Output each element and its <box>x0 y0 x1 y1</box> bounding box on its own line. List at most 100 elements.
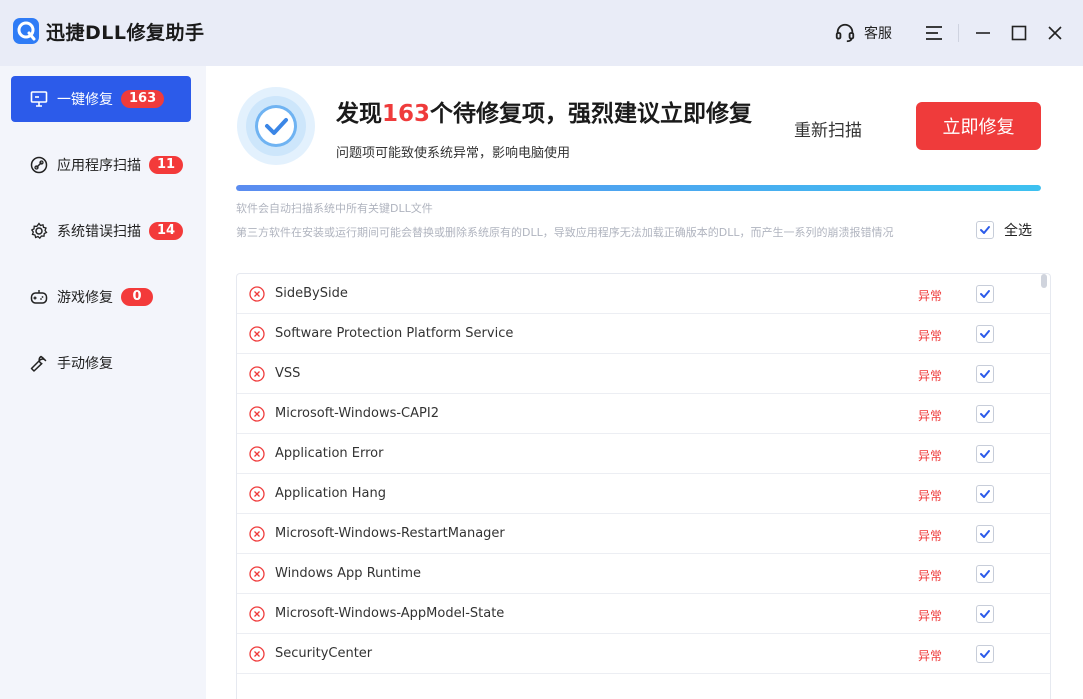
error-icon <box>249 606 265 622</box>
issue-name: SecurityCenter <box>275 646 373 661</box>
shield-check-icon <box>237 87 315 165</box>
status-badge: 异常 <box>918 609 943 623</box>
fix-now-button[interactable]: 立即修复 <box>916 102 1041 150</box>
count-badge: 14 <box>149 222 184 240</box>
title-bar: 迅捷DLL修复助手 客服 <box>0 0 1083 66</box>
count-badge: 11 <box>149 156 184 174</box>
row-checkbox[interactable] <box>976 325 994 343</box>
table-row: SecurityCenter 异常 <box>237 634 1050 674</box>
status-badge: 异常 <box>918 569 943 583</box>
check-icon <box>980 530 990 538</box>
check-icon <box>980 450 990 458</box>
error-icon <box>249 646 265 662</box>
select-all-checkbox[interactable]: 全选 <box>976 220 1032 240</box>
status-badge: 异常 <box>918 409 943 423</box>
sidebar-item-label: 手动修复 <box>57 356 113 372</box>
issue-name: Application Hang <box>275 486 387 501</box>
progress-fill <box>236 185 1041 191</box>
info-text: 第三方软件在安装或运行期间可能会替换或删除系统原有的DLL，导致应用程序无法加载… <box>236 226 894 239</box>
check-icon <box>980 290 990 298</box>
sidebar-item-label: 游戏修复 <box>57 290 113 306</box>
row-checkbox[interactable] <box>976 445 994 463</box>
menu-icon <box>926 26 942 40</box>
page-subtitle: 问题项可能致使系统异常，影响电脑使用 <box>336 146 571 161</box>
issue-name: Microsoft-Windows-RestartManager <box>275 526 505 541</box>
checkbox[interactable] <box>976 221 994 239</box>
sidebar-item-game-repair[interactable]: 游戏修复 0 <box>11 274 191 320</box>
gear-icon <box>29 221 49 241</box>
issue-name: VSS <box>275 366 301 381</box>
status-badge: 异常 <box>918 449 943 463</box>
headset-icon <box>835 23 855 43</box>
table-row: Software Protection Platform Service 异常 <box>237 314 1050 354</box>
table-row: VSS 异常 <box>237 354 1050 394</box>
sidebar-item-label: 系统错误扫描 <box>57 224 141 240</box>
table-row: Application Hang 异常 <box>237 474 1050 514</box>
check-icon <box>980 570 990 578</box>
rescan-button[interactable]: 重新扫描 <box>794 116 862 141</box>
status-badge: 异常 <box>918 369 943 383</box>
scrollbar-thumb[interactable] <box>1041 274 1047 288</box>
row-checkbox[interactable] <box>976 645 994 663</box>
issue-name: Microsoft-Windows-AppModel-State <box>275 606 505 621</box>
status-badge: 异常 <box>918 289 943 303</box>
count-badge: 0 <box>121 288 153 306</box>
issue-name: Microsoft-Windows-CAPI2 <box>275 406 439 421</box>
close-icon <box>1048 26 1062 40</box>
info-text: 软件会自动扫描系统中所有关键DLL文件 <box>236 202 433 215</box>
divider <box>958 24 959 42</box>
error-icon <box>249 486 265 502</box>
close-button[interactable] <box>1037 15 1073 51</box>
sidebar-item-system-error-scan[interactable]: 系统错误扫描 14 <box>11 208 191 254</box>
gamepad-icon <box>29 287 49 307</box>
status-badge: 异常 <box>918 489 943 503</box>
table-row: Microsoft-Windows-RestartManager 异常 <box>237 514 1050 554</box>
error-icon <box>249 566 265 582</box>
menu-button[interactable] <box>916 15 952 51</box>
row-checkbox[interactable] <box>976 565 994 583</box>
maximize-icon <box>1011 25 1027 41</box>
minimize-button[interactable] <box>965 15 1001 51</box>
table-row: Windows App Runtime 异常 <box>237 554 1050 594</box>
headline-prefix: 发现 <box>336 101 382 127</box>
table-row: Microsoft-Windows-AppModel-State 异常 <box>237 594 1050 634</box>
app-logo-icon <box>13 18 39 44</box>
maximize-button[interactable] <box>1001 15 1037 51</box>
row-checkbox[interactable] <box>976 365 994 383</box>
sidebar-item-label: 一键修复 <box>57 92 113 108</box>
support-label: 客服 <box>864 26 892 42</box>
minimize-icon <box>976 32 990 34</box>
monitor-icon <box>29 89 49 109</box>
main-panel: 发现163个待修复项，强烈建议立即修复 问题项可能致使系统异常，影响电脑使用 重… <box>206 66 1083 699</box>
support-button[interactable]: 客服 <box>834 22 892 44</box>
sidebar-item-one-click-repair[interactable]: 一键修复 163 <box>11 76 191 122</box>
status-badge: 异常 <box>918 529 943 543</box>
row-checkbox[interactable] <box>976 485 994 503</box>
row-checkbox[interactable] <box>976 285 994 303</box>
row-checkbox[interactable] <box>976 405 994 423</box>
headline-suffix: 个待修复项，强烈建议立即修复 <box>430 101 753 127</box>
issue-name: Application Error <box>275 446 384 461</box>
table-row: Application Error 异常 <box>237 434 1050 474</box>
check-icon <box>980 370 990 378</box>
link-icon <box>29 155 49 175</box>
app-title: 迅捷DLL修复助手 <box>46 22 205 44</box>
check-icon <box>980 610 990 618</box>
check-icon <box>980 410 990 418</box>
scan-progress-bar <box>236 185 1041 191</box>
select-all-label: 全选 <box>1004 223 1032 239</box>
check-icon <box>980 490 990 498</box>
page-title: 发现163个待修复项，强烈建议立即修复 <box>336 94 752 128</box>
sidebar-item-label: 应用程序扫描 <box>57 158 141 174</box>
sidebar: 一键修复 163 应用程序扫描 11 系统错误扫描 14 游戏修复 0 手动修复 <box>0 66 206 699</box>
check-icon <box>980 226 990 234</box>
sidebar-item-manual-repair[interactable]: 手动修复 <box>11 340 191 386</box>
issue-name: Windows App Runtime <box>275 566 421 581</box>
status-badge: 异常 <box>918 329 943 343</box>
table-row: Microsoft-Windows-CAPI2 异常 <box>237 394 1050 434</box>
row-checkbox[interactable] <box>976 525 994 543</box>
issue-list: SideBySide 异常 Software Protection Platfo… <box>236 273 1051 699</box>
sidebar-item-app-scan[interactable]: 应用程序扫描 11 <box>11 142 191 188</box>
status-badge: 异常 <box>918 649 943 663</box>
row-checkbox[interactable] <box>976 605 994 623</box>
